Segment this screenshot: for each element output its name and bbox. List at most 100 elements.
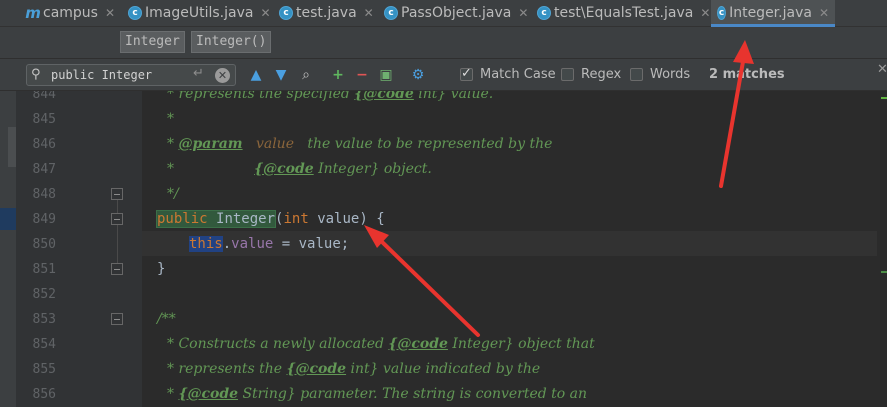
code-text: /** (157, 311, 176, 327)
words-label[interactable]: Words (650, 67, 690, 82)
module-icon: m (25, 4, 41, 22)
close-icon[interactable]: ✕ (819, 6, 829, 20)
code-text: * (167, 111, 174, 127)
code-line: 849 public Integer(int value) { (0, 208, 887, 233)
tab-label: ImageUtils.java (145, 5, 254, 21)
doc-text: the value to be represented by the (293, 136, 553, 152)
code-line: 852 (0, 283, 887, 308)
line-number: 855 (32, 362, 56, 377)
close-icon[interactable]: ✕ (364, 6, 374, 20)
doc-text: * represents the specified (167, 91, 355, 102)
code-text: this.value = value; (189, 236, 349, 252)
line-number: 850 (32, 237, 56, 252)
code-token: value) { (308, 211, 385, 227)
fold-icon[interactable] (111, 188, 123, 200)
tab-test[interactable]: c test.java ✕ (279, 0, 374, 26)
close-icon[interactable]: ✕ (877, 62, 887, 77)
doc-text (243, 136, 256, 152)
line-number: 854 (32, 337, 56, 352)
fold-icon[interactable] (111, 213, 123, 225)
code-text: * represents the {@code int} value indic… (167, 361, 540, 377)
tab-campus[interactable]: m campus ✕ (25, 0, 115, 26)
keyword: public (157, 211, 208, 227)
select-all-occurrences-icon[interactable]: ▣ (378, 67, 394, 83)
class-icon: c (537, 6, 551, 20)
breadcrumb-item-class[interactable]: Integer (120, 31, 185, 53)
doc-param-name: value (255, 136, 294, 152)
doc-tag: {@code (254, 161, 314, 177)
search-icon[interactable]: ⚲ (31, 67, 41, 82)
close-icon[interactable]: ✕ (260, 6, 270, 20)
tab-label: test.java (296, 5, 357, 21)
close-icon[interactable]: ✕ (518, 6, 528, 20)
words-checkbox[interactable] (630, 68, 643, 81)
search-input[interactable]: ⚲ public Integer ↵ ✕ (26, 64, 236, 86)
code-line: 855 * represents the {@code int} value i… (0, 358, 887, 383)
line-number: 852 (32, 287, 56, 302)
fold-icon[interactable] (111, 313, 123, 325)
code-token: Integer (216, 211, 276, 227)
code-line: 854 * Constructs a newly allocated {@cod… (0, 333, 887, 358)
code-line: 846 * @param value the value to be repre… (0, 133, 887, 158)
code-token: . (222, 236, 232, 252)
doc-tag: @param (178, 136, 243, 152)
next-occurrence-icon[interactable]: ▼ (273, 67, 289, 83)
doc-text: int} value indicated by the (346, 361, 541, 377)
breadcrumb-item-constructor[interactable]: Integer() (191, 31, 272, 53)
line-number: 853 (32, 312, 56, 327)
regex-label[interactable]: Regex (581, 67, 621, 82)
editor-tab-bar: m campus ✕ c ImageUtils.java ✕ c test.ja… (0, 0, 887, 27)
line-number: 845 (32, 112, 56, 127)
fold-icon[interactable] (111, 263, 123, 275)
settings-gear-icon[interactable]: ⚙ (410, 67, 426, 83)
code-text: } (157, 261, 166, 277)
keyword-selected: this (189, 236, 223, 252)
code-text: * @param value the value to be represent… (167, 136, 552, 152)
breadcrumb: Integer Integer() (0, 27, 887, 58)
doc-tag: {@code (354, 91, 414, 102)
tab-label: campus (43, 5, 98, 21)
find-all-icon[interactable]: ⌕ (298, 67, 314, 83)
class-icon: c (717, 6, 727, 20)
remove-selection-icon[interactable]: − (354, 67, 370, 83)
code-line: 851 } (0, 258, 887, 283)
code-line: 850 this.value = value; (0, 233, 887, 258)
code-line: 853 /** (0, 308, 887, 333)
match-count: 2 matches (709, 67, 785, 82)
code-editor[interactable]: 844 * represents the specified {@code in… (0, 91, 887, 407)
code-line: 847 * {@code Integer} object. (0, 158, 887, 183)
match-case-checkbox[interactable] (460, 66, 473, 81)
code-text: */ (167, 186, 179, 202)
tab-integer[interactable]: c Integer.java ✕ (711, 0, 835, 27)
doc-text: int} value. (413, 91, 494, 102)
clear-search-icon[interactable]: ✕ (215, 68, 230, 83)
code-text: public Integer(int value) { (155, 210, 385, 228)
doc-text: Integer} object. (313, 161, 432, 177)
regex-checkbox[interactable] (561, 68, 574, 81)
code-line: 844 * represents the specified {@code in… (0, 91, 887, 108)
close-icon[interactable]: ✕ (105, 6, 115, 20)
tab-label: Integer.java (729, 5, 812, 21)
doc-text: * represents the (167, 361, 287, 377)
doc-text: * (167, 136, 179, 152)
tab-imageutils[interactable]: c ImageUtils.java ✕ (128, 0, 271, 26)
search-match-highlight: public Integer (155, 210, 277, 228)
add-selection-icon[interactable]: + (330, 67, 346, 83)
tab-passobject[interactable]: c PassObject.java ✕ (384, 0, 528, 26)
code-text: * {@code Integer} object. (167, 161, 432, 177)
previous-occurrence-icon[interactable]: ▲ (248, 67, 264, 83)
doc-text: String} parameter. The string is convert… (238, 386, 588, 402)
code-text: * represents the specified {@code int} v… (167, 91, 493, 102)
doc-text: * Constructs a newly allocated (167, 336, 389, 352)
doc-tag: {@code (388, 336, 448, 352)
tab-equalstest[interactable]: c test\EqualsTest.java ✕ (537, 0, 710, 26)
code-line: 848 */ (0, 183, 887, 208)
line-number: 856 (32, 387, 56, 402)
search-query[interactable]: public Integer (51, 68, 152, 82)
find-bar: ⚲ public Integer ↵ ✕ ▲ ▼ ⌕ + − ▣ ⚙ Match… (0, 58, 887, 91)
code-token: = value; (273, 236, 350, 252)
match-case-label[interactable]: Match Case (480, 67, 556, 82)
close-icon[interactable]: ✕ (700, 6, 710, 20)
line-number: 851 (32, 262, 56, 277)
